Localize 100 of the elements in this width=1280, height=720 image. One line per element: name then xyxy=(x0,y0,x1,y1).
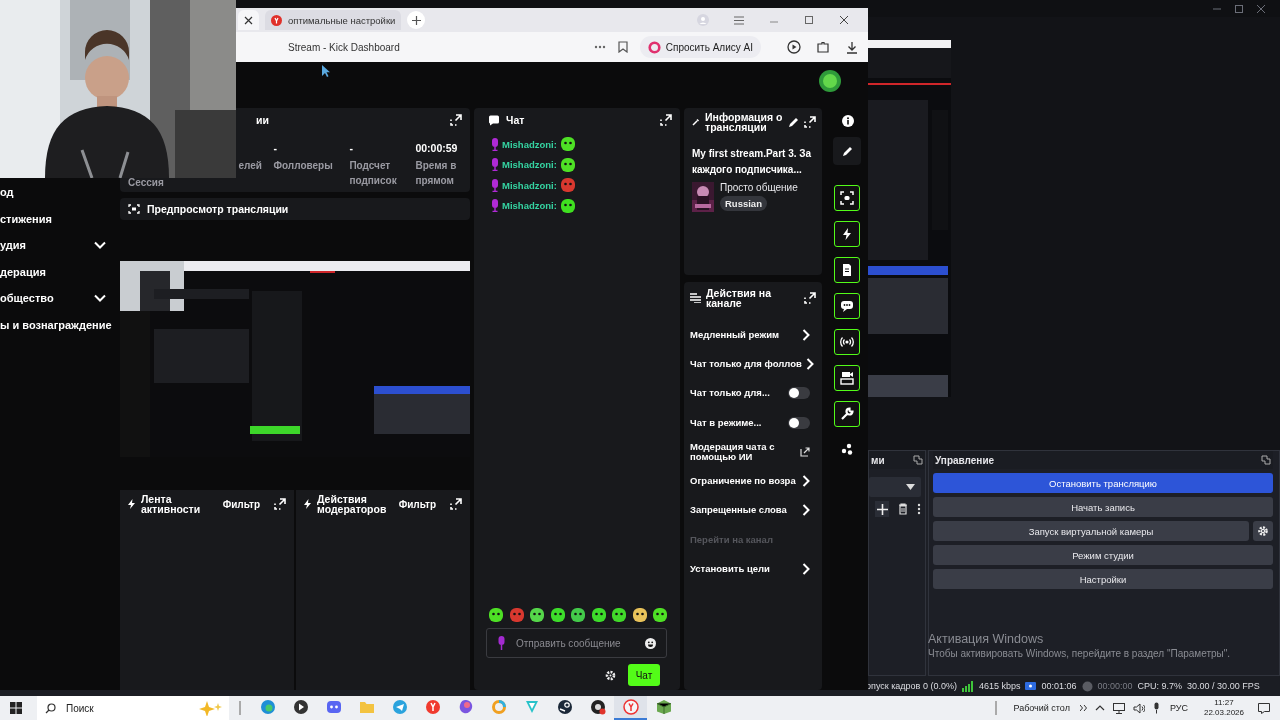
video-icon[interactable] xyxy=(787,40,801,54)
network-icon[interactable] xyxy=(1112,702,1125,714)
send-button[interactable]: Чат xyxy=(628,664,660,686)
activation-title: Активация Windows xyxy=(928,632,1045,646)
new-tab-button[interactable] xyxy=(407,11,426,29)
desktop-toolbar[interactable]: Рабочий стол xyxy=(1013,703,1070,713)
maximize-icon[interactable] xyxy=(1234,3,1244,14)
pencil-icon[interactable] xyxy=(788,116,799,128)
windows-logo-icon[interactable] xyxy=(10,702,22,714)
sidebar-item[interactable]: удия xyxy=(0,232,116,259)
toggle-switch[interactable] xyxy=(788,416,810,429)
notification-icon[interactable] xyxy=(1258,702,1270,714)
toggle-row[interactable]: Чат в режиме... xyxy=(690,407,816,438)
action-item[interactable]: Модерация чата с помощью ИИ xyxy=(690,437,816,467)
action-item[interactable]: Установить цели xyxy=(690,554,816,584)
sidebar-item[interactable]: ы и вознаграждение xyxy=(0,311,116,338)
chat-username[interactable]: Mishadzoni: xyxy=(502,159,557,171)
browser-tab[interactable]: оптимальные настройки xyxy=(265,10,402,30)
toggle-row[interactable]: Чат только для... xyxy=(690,378,816,408)
language-tag[interactable]: Russian xyxy=(720,196,767,211)
more-icon[interactable] xyxy=(593,45,606,49)
chevron-up-icon[interactable] xyxy=(1094,705,1105,711)
close-icon[interactable] xyxy=(839,15,849,25)
expand-icon[interactable] xyxy=(804,116,816,128)
clock-time[interactable]: 11:27 xyxy=(1214,698,1234,708)
sidebar-item[interactable]: дерация xyxy=(0,258,116,285)
external-link-icon xyxy=(800,446,810,457)
shortcut-button[interactable] xyxy=(834,257,860,283)
card-title: ии xyxy=(256,114,269,126)
more-icon[interactable] xyxy=(917,503,921,515)
clock-date[interactable]: 22.03.2026 xyxy=(1203,708,1244,718)
emote-icon xyxy=(631,607,648,623)
emoji-icon[interactable] xyxy=(645,637,656,649)
message-input[interactable]: Отправить сообщение xyxy=(514,636,637,650)
message-field[interactable]: Отправить сообщение xyxy=(486,628,667,658)
shortcut-button[interactable] xyxy=(834,329,860,355)
emote-icon xyxy=(559,177,576,194)
emote-icon xyxy=(488,607,504,623)
microphone-icon[interactable] xyxy=(1152,702,1160,714)
chat-username[interactable]: Mishadzoni: xyxy=(502,200,557,212)
action-item[interactable]: Медленный режим xyxy=(690,320,816,350)
filter-button[interactable]: Фильтр xyxy=(222,498,260,510)
search-field[interactable]: Поиск xyxy=(37,696,229,720)
control-button[interactable]: Начать запись xyxy=(933,497,1273,517)
control-button[interactable]: Запуск виртуальной камеры xyxy=(933,521,1249,541)
info-icon[interactable] xyxy=(842,115,854,127)
settings-button[interactable] xyxy=(1253,521,1273,541)
sidebar-item[interactable]: стижения xyxy=(0,205,116,232)
dropdown[interactable] xyxy=(869,477,921,497)
expand-icon[interactable] xyxy=(274,498,286,510)
action-item[interactable]: Запрещенные слова xyxy=(690,495,816,526)
chat-username[interactable]: Mishadzoni: xyxy=(502,179,557,191)
dots-icon[interactable] xyxy=(841,443,853,455)
control-button[interactable]: Настройки xyxy=(933,569,1273,589)
trash-icon[interactable] xyxy=(898,503,908,515)
add-button[interactable] xyxy=(875,501,889,517)
plus-icon xyxy=(876,503,888,515)
undock-icon[interactable] xyxy=(913,455,923,465)
action-item[interactable]: Чат только для фоллов xyxy=(690,349,816,379)
sidebar-item[interactable]: од xyxy=(0,179,116,206)
stream-title: My first stream.Part 3. За каждого подписчика... xyxy=(692,147,813,177)
shortcut-button[interactable] xyxy=(834,221,860,247)
edit-button[interactable] xyxy=(833,137,861,165)
double-chevron-icon[interactable] xyxy=(1079,705,1087,711)
bookmark-icon[interactable] xyxy=(617,41,628,53)
close-icon[interactable] xyxy=(244,15,253,25)
search-input[interactable]: Поиск xyxy=(64,701,189,715)
chat-username[interactable]: Mishadzoni: xyxy=(502,138,557,150)
gear-icon[interactable] xyxy=(605,669,616,681)
address-field[interactable]: Stream - Kick Dashboard xyxy=(288,41,400,53)
expand-icon[interactable] xyxy=(450,114,462,126)
shortcut-button[interactable] xyxy=(834,365,860,391)
shortcut-button[interactable] xyxy=(834,401,860,427)
expand-icon[interactable] xyxy=(660,114,672,126)
action-item[interactable]: Ограничение по возра xyxy=(690,466,816,496)
shortcut-button[interactable] xyxy=(834,293,860,319)
expand-icon[interactable] xyxy=(450,498,462,510)
card-title: Действия модераторов xyxy=(317,494,387,514)
download-icon[interactable] xyxy=(846,40,858,54)
toggle-switch[interactable] xyxy=(788,387,810,400)
ask-assistant-button[interactable]: Спросить Алису AI xyxy=(639,36,761,58)
undock-icon[interactable] xyxy=(1261,455,1271,465)
expand-icon[interactable] xyxy=(804,292,816,304)
scan-icon xyxy=(840,191,854,205)
sidebar-item[interactable]: общество xyxy=(0,285,116,312)
maximize-icon[interactable] xyxy=(804,15,814,25)
filter-button[interactable]: Фильтр xyxy=(398,498,436,510)
avatar[interactable] xyxy=(819,70,841,92)
emote-icon xyxy=(590,607,607,623)
category-name[interactable]: Просто общение xyxy=(720,182,798,193)
menu-icon[interactable] xyxy=(734,15,744,25)
control-button[interactable]: Режим студии xyxy=(933,545,1273,565)
pencil-icon xyxy=(841,145,853,157)
browser-tab[interactable] xyxy=(238,10,259,30)
speaker-icon[interactable] xyxy=(1132,702,1145,714)
language-indicator[interactable]: РУС xyxy=(1169,703,1188,713)
control-button[interactable]: Остановить трансляцию xyxy=(933,473,1273,493)
card-title: Информация о трансляции xyxy=(705,112,783,132)
card-title: Чат xyxy=(506,114,525,126)
shortcut-button[interactable] xyxy=(834,185,860,211)
